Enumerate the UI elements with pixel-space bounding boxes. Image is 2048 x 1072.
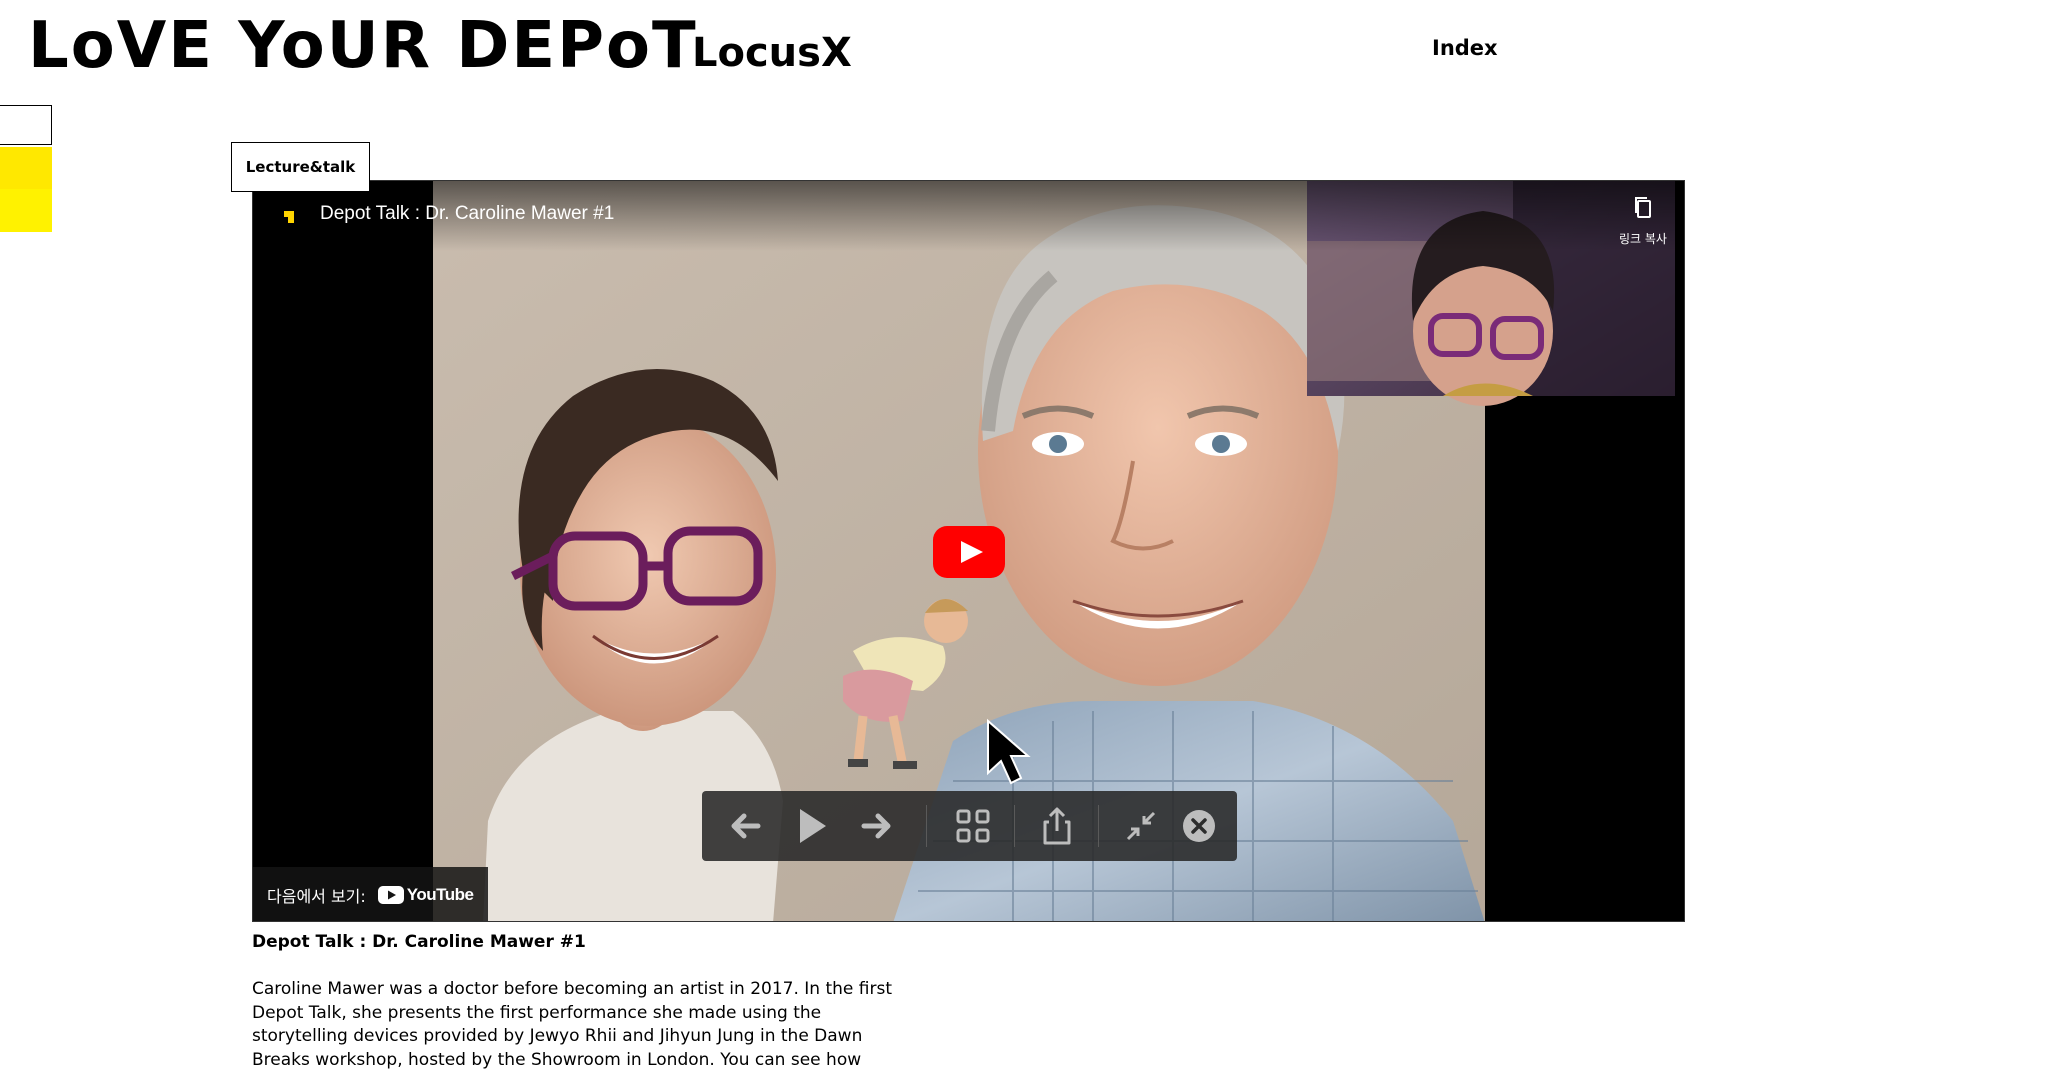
watch-on-label: 다음에서 보기:	[267, 887, 366, 906]
minimize-icon[interactable]	[1118, 803, 1164, 849]
grid-icon[interactable]	[950, 803, 996, 849]
category-tag[interactable]: Lecture&talk	[231, 142, 370, 192]
toolbar-divider	[1098, 805, 1099, 847]
site-logo[interactable]: LoVE YoUR DEPoT	[28, 6, 698, 86]
video-title[interactable]: Depot Talk : Dr. Caroline Mawer #1	[320, 203, 614, 225]
youtube-wordmark: YouTube	[406, 885, 474, 904]
copy-link-label: 링크 복사	[1619, 232, 1667, 246]
index-link[interactable]: Index	[1432, 36, 1498, 60]
play-button[interactable]	[933, 526, 1005, 578]
video-player[interactable]: Depot Talk : Dr. Caroline Mawer #1 링크 복사	[252, 180, 1685, 922]
side-yellow-block[interactable]	[0, 189, 52, 232]
video-caption: Depot Talk : Dr. Caroline Mawer #1	[252, 932, 586, 952]
close-icon[interactable]	[1176, 803, 1222, 849]
side-yellow-block[interactable]	[0, 147, 52, 189]
copy-icon	[1635, 197, 1651, 218]
player-toolbar	[702, 791, 1237, 861]
youtube-logo: YouTube	[377, 885, 474, 905]
youtube-play-icon	[377, 886, 404, 904]
copy-link-button[interactable]: 링크 복사	[1608, 195, 1678, 247]
sub-brand[interactable]: LocusX	[692, 26, 852, 80]
arrow-right-icon[interactable]	[854, 803, 900, 849]
channel-icon[interactable]	[277, 205, 301, 229]
post-description: Caroline Mawer was a doctor before becom…	[252, 979, 892, 1070]
play-control-icon[interactable]	[788, 803, 834, 849]
side-menu-box[interactable]	[0, 105, 52, 145]
arrow-left-icon[interactable]	[722, 803, 768, 849]
share-icon[interactable]	[1034, 803, 1080, 849]
toolbar-divider	[926, 805, 927, 847]
watch-on-youtube-button[interactable]: 다음에서 보기: YouTube	[253, 867, 488, 921]
toolbar-divider	[1014, 805, 1015, 847]
